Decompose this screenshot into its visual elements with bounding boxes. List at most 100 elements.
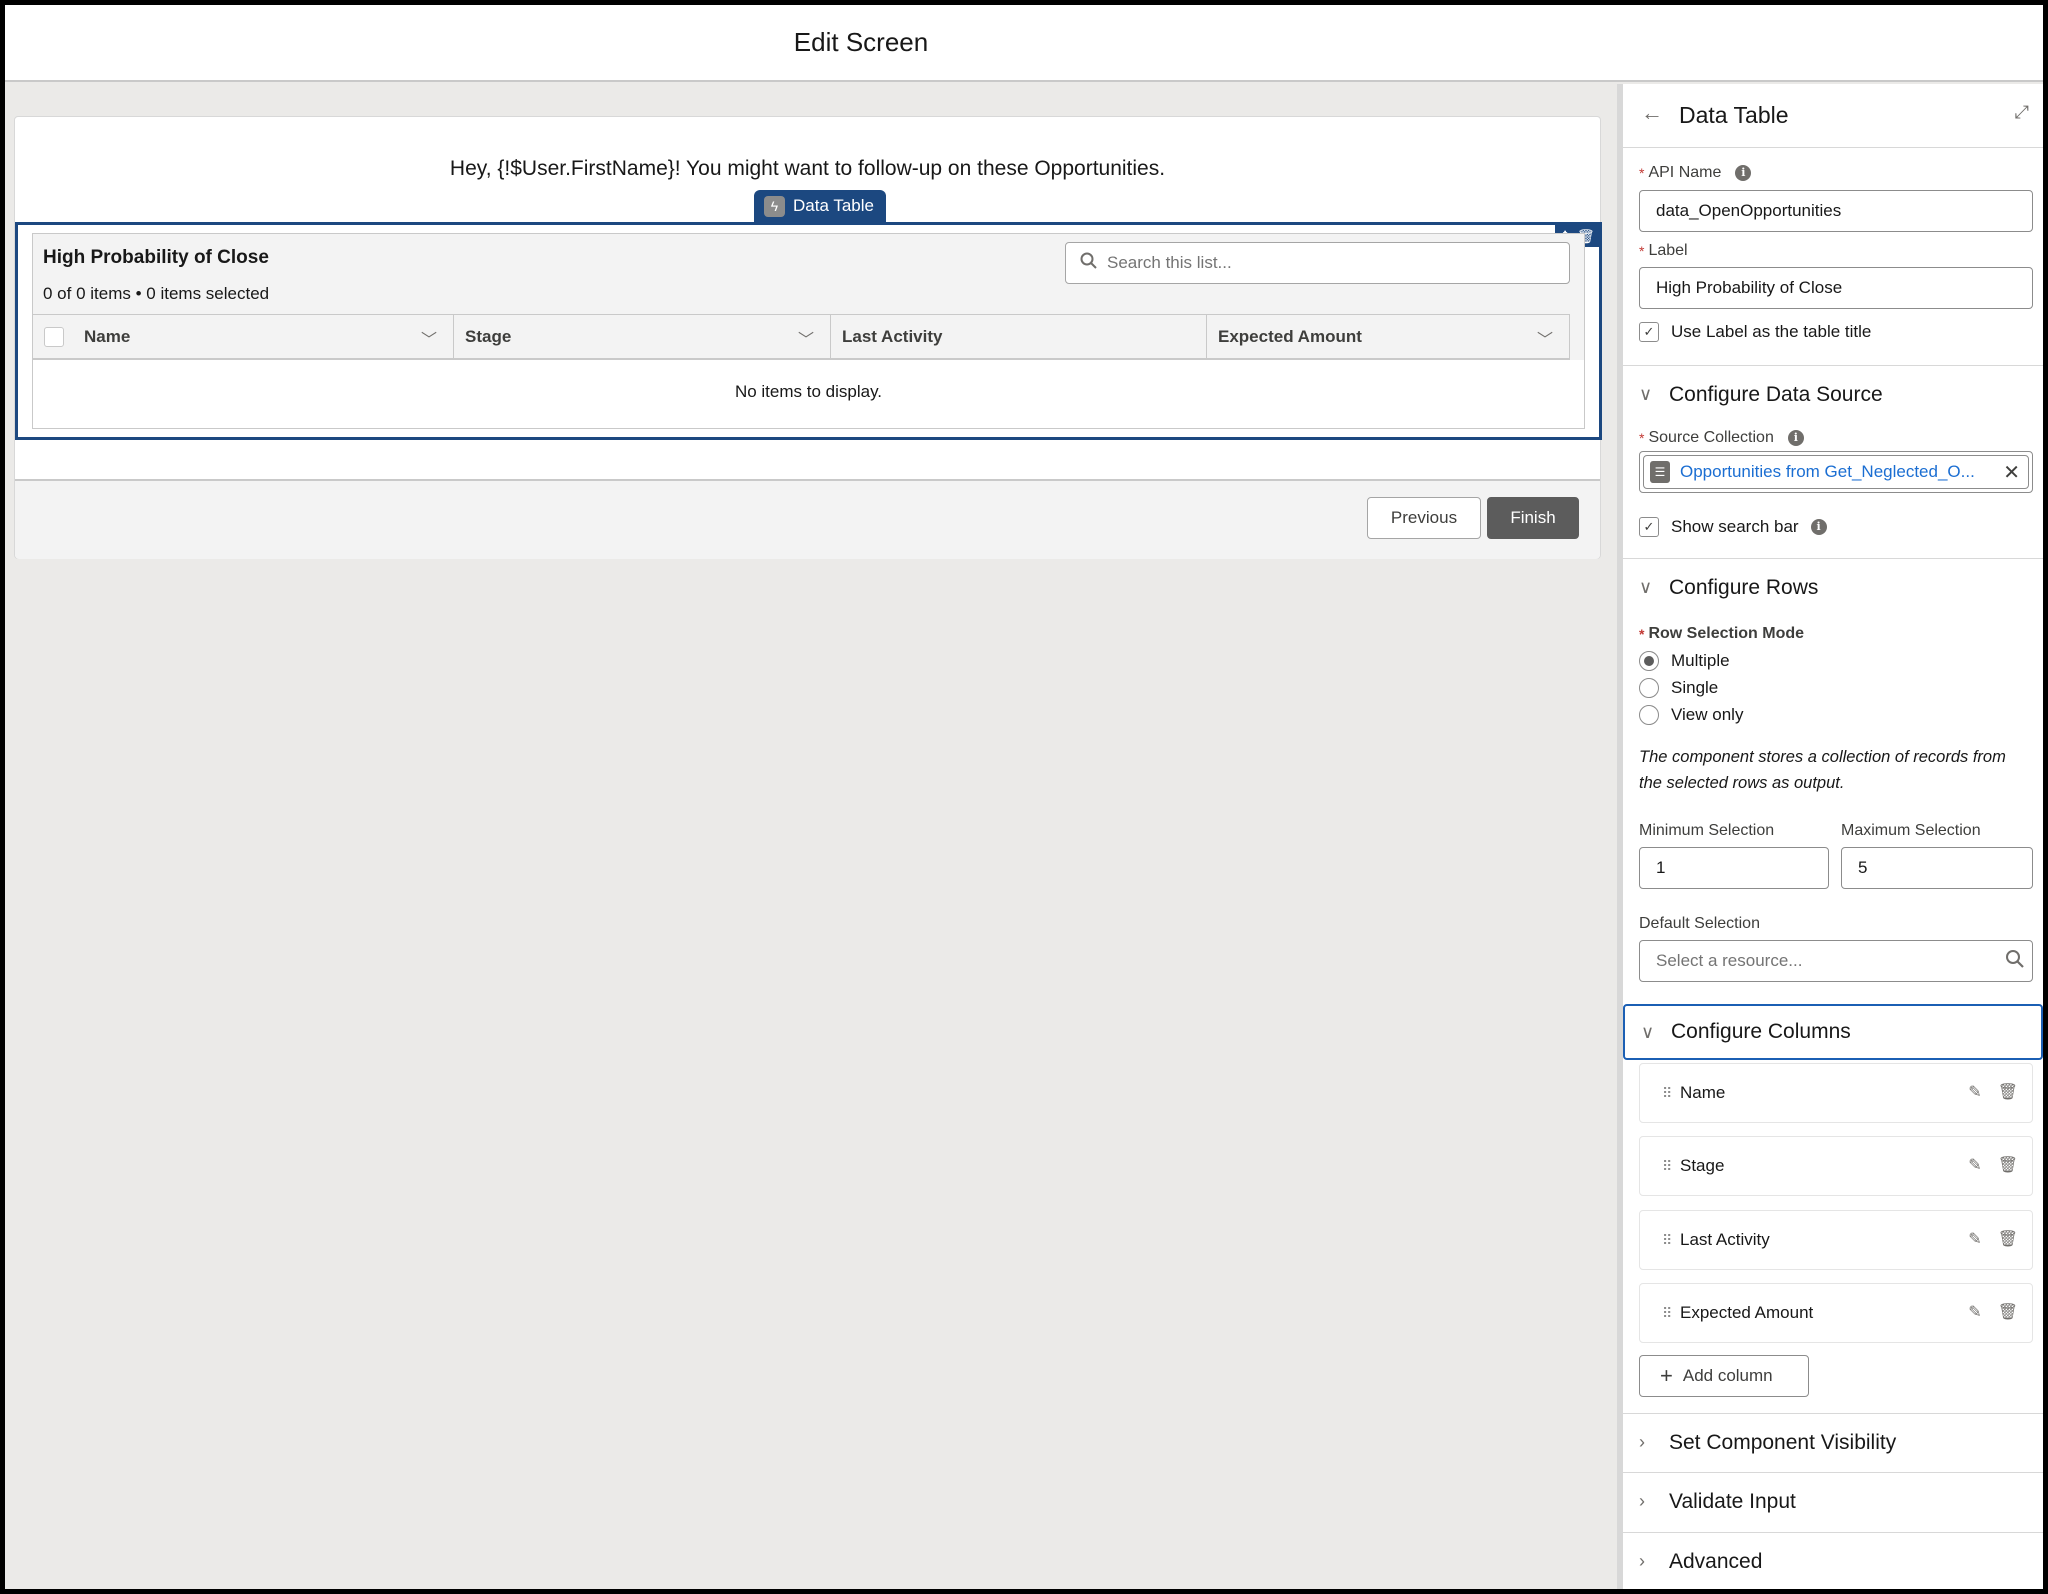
panel-title: Data Table xyxy=(1679,102,1789,128)
chevron-down-icon: ∨ xyxy=(1641,1021,1655,1042)
search-icon xyxy=(2005,949,2024,973)
radio-single[interactable]: Single xyxy=(1639,678,1718,698)
section-title: Validate Input xyxy=(1669,1489,1796,1513)
delete-icon[interactable]: 🗑 xyxy=(1998,1229,2018,1249)
show-search-checkbox[interactable]: ✓ xyxy=(1639,517,1659,537)
max-selection-input[interactable]: 5 xyxy=(1841,847,2033,889)
info-icon[interactable]: i xyxy=(1810,519,1827,535)
drag-handle-icon[interactable]: ⠿ xyxy=(1662,1158,1680,1175)
expand-icon[interactable]: ⤢ xyxy=(2015,102,2029,123)
column-item[interactable]: ⠿ Stage ✎ 🗑 xyxy=(1639,1136,2033,1196)
app-window: Edit Screen Hey, {!$User.FirstName}! You… xyxy=(5,5,2043,1589)
page-title: Edit Screen xyxy=(793,27,929,57)
radio-button[interactable] xyxy=(1639,705,1659,725)
properties-panel: ← Data Table ⤢ * API Name i data_OpenOpp… xyxy=(1617,84,2043,1589)
chevron-down-icon[interactable]: ﹀ xyxy=(1537,326,1553,350)
api-name-label: * API Name i xyxy=(1639,164,1752,182)
field-label: API Name xyxy=(1648,164,1722,181)
selected-component[interactable]: ✥ 🗑 High Probability of Close 0 of 0 ite… xyxy=(15,222,1602,440)
column-header-stage[interactable]: Stage ﹀ xyxy=(454,315,831,358)
info-icon[interactable]: i xyxy=(1735,165,1752,181)
default-selection-input[interactable]: Select a resource... xyxy=(1639,940,2033,982)
section-configure-columns[interactable]: ∨ Configure Columns xyxy=(1623,1004,2043,1060)
section-title: Configure Data Source xyxy=(1669,382,1883,406)
chevron-down-icon[interactable]: ﹀ xyxy=(798,326,814,350)
use-label-checkbox-row[interactable]: ✓ Use Label as the table title xyxy=(1639,322,1871,342)
info-icon[interactable]: i xyxy=(1787,430,1804,446)
api-name-input[interactable]: data_OpenOpportunities xyxy=(1639,190,2033,232)
column-item-label: Last Activity xyxy=(1680,1230,1770,1249)
default-selection-label: Default Selection xyxy=(1639,915,1760,933)
back-arrow-icon[interactable]: ← xyxy=(1641,100,1663,126)
source-collection-value[interactable]: Opportunities from Get_Neglected_O... xyxy=(1680,462,1993,482)
delete-icon[interactable]: 🗑 xyxy=(1998,1082,2018,1102)
input-placeholder: Select a resource... xyxy=(1656,951,1803,970)
clear-icon[interactable]: ✕ xyxy=(2003,460,2020,485)
section-title: Set Component Visibility xyxy=(1669,1430,1897,1454)
column-item-label: Name xyxy=(1680,1083,1726,1102)
screen-canvas: Hey, {!$User.FirstName}! You might want … xyxy=(14,116,1602,559)
use-label-checkbox[interactable]: ✓ xyxy=(1639,322,1659,342)
column-header-last-activity[interactable]: Last Activity xyxy=(831,315,1207,358)
required-marker: * xyxy=(1639,165,1645,181)
required-marker: * xyxy=(1639,430,1645,446)
table-count: 0 of 0 items • 0 items selected xyxy=(43,284,270,303)
empty-message: No items to display. xyxy=(734,382,883,401)
drag-handle-icon[interactable]: ⠿ xyxy=(1662,1305,1680,1322)
column-header-name[interactable]: Name ﹀ xyxy=(33,315,454,358)
section-validate-input[interactable]: › Validate Input xyxy=(1623,1472,2043,1530)
label-input[interactable]: High Probability of Close xyxy=(1639,267,2033,309)
min-selection-label: Minimum Selection xyxy=(1639,822,1774,840)
panel-header: ← Data Table ⤢ xyxy=(1623,84,2043,148)
button-label: Add column xyxy=(1682,1366,1773,1385)
radio-button[interactable] xyxy=(1639,678,1659,698)
section-title: Configure Columns xyxy=(1671,1020,1851,1043)
greeting-text[interactable]: Hey, {!$User.FirstName}! You might want … xyxy=(15,157,1600,181)
add-column-button[interactable]: + Add column xyxy=(1639,1355,1809,1397)
table-search-input[interactable]: Search this list... xyxy=(1065,242,1570,284)
min-selection-input[interactable]: 1 xyxy=(1639,847,1829,889)
delete-icon[interactable]: 🗑 xyxy=(1998,1155,2018,1175)
previous-button[interactable]: Previous xyxy=(1367,497,1481,539)
row-selection-label: * Row Selection Mode xyxy=(1639,625,1804,643)
field-label: Default Selection xyxy=(1639,915,1760,932)
edit-icon[interactable]: ✎ xyxy=(1968,1229,1981,1249)
checkbox-label: Show search bar xyxy=(1671,517,1799,536)
component-badge-label: Data Table xyxy=(793,196,874,215)
search-icon xyxy=(1080,252,1097,274)
edit-icon[interactable]: ✎ xyxy=(1968,1155,1981,1175)
data-table-preview: High Probability of Close 0 of 0 items •… xyxy=(32,233,1585,429)
show-search-checkbox-row[interactable]: ✓ Show search bar i xyxy=(1639,517,1827,537)
field-label: Label xyxy=(1648,242,1688,259)
delete-icon[interactable]: 🗑 xyxy=(1998,1302,2018,1322)
column-header-expected-amount[interactable]: Expected Amount ﹀ xyxy=(1207,315,1570,358)
source-collection-field[interactable]: ☰ Opportunities from Get_Neglected_O... … xyxy=(1639,451,2033,493)
section-configure-rows[interactable]: ∨ Configure Rows xyxy=(1623,558,2043,616)
column-item[interactable]: ⠿ Expected Amount ✎ 🗑 xyxy=(1639,1283,2033,1343)
section-title: Configure Rows xyxy=(1669,575,1819,599)
row-selection-help: The component stores a collection of rec… xyxy=(1639,748,2006,792)
select-all-checkbox[interactable] xyxy=(44,326,64,347)
finish-button[interactable]: Finish xyxy=(1487,497,1579,539)
section-advanced[interactable]: › Advanced xyxy=(1623,1532,2043,1589)
source-collection-pill[interactable]: ☰ Opportunities from Get_Neglected_O... … xyxy=(1643,455,2029,489)
section-set-component-visibility[interactable]: › Set Component Visibility xyxy=(1623,1413,2043,1471)
edit-icon[interactable]: ✎ xyxy=(1968,1082,1981,1102)
edit-icon[interactable]: ✎ xyxy=(1968,1302,1981,1322)
drag-handle-icon[interactable]: ⠿ xyxy=(1662,1232,1680,1249)
screen-footer: Previous Finish xyxy=(15,479,1600,559)
column-item-label: Stage xyxy=(1680,1156,1725,1175)
drag-handle-icon[interactable]: ⠿ xyxy=(1662,1085,1680,1102)
section-title: Advanced xyxy=(1669,1549,1763,1573)
radio-multiple[interactable]: Multiple xyxy=(1639,651,1730,671)
radio-button[interactable] xyxy=(1639,651,1659,671)
radio-label: View only xyxy=(1671,705,1744,724)
chevron-right-icon: › xyxy=(1639,1491,1645,1511)
chevron-down-icon: ∨ xyxy=(1639,384,1653,404)
section-configure-data-source[interactable]: ∨ Configure Data Source xyxy=(1623,365,2043,423)
column-item[interactable]: ⠿ Name ✎ 🗑 xyxy=(1639,1063,2033,1123)
chevron-down-icon[interactable]: ﹀ xyxy=(421,326,437,350)
radio-view-only[interactable]: View only xyxy=(1639,705,1743,725)
field-label: Source Collection xyxy=(1648,429,1774,446)
column-item[interactable]: ⠿ Last Activity ✎ 🗑 xyxy=(1639,1210,2033,1270)
